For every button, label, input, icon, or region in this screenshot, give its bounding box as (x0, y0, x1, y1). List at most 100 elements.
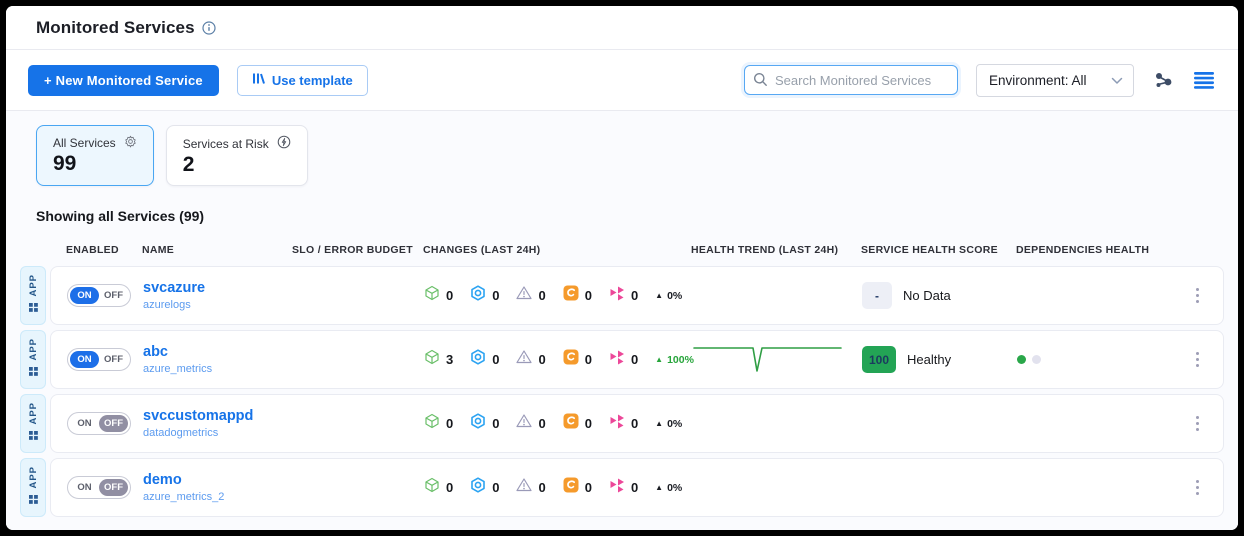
orange-app-icon (563, 477, 579, 498)
changes-cell: 0 0 0 0 0 ▲0% (424, 285, 692, 306)
service-integration: azurelogs (143, 299, 293, 311)
col-slo: SLO / ERROR BUDGET (292, 244, 423, 256)
warning-triangle-icon (516, 349, 532, 370)
gear-icon (124, 135, 137, 151)
dependency-unknown-dot (1032, 355, 1041, 364)
row-menu-kebab-icon[interactable] (1192, 348, 1204, 372)
change-count: 0 (631, 352, 638, 367)
trend-up-icon: ▲ (655, 419, 663, 428)
service-type-label: APP (28, 402, 39, 425)
row-menu-kebab-icon[interactable] (1192, 412, 1204, 436)
dependency-healthy-dot (1017, 355, 1026, 364)
app-grid-icon (29, 363, 38, 381)
service-name-link[interactable]: svccustomappd (143, 408, 293, 425)
enabled-toggle[interactable]: ON OFF (67, 348, 131, 371)
change-count: 3 (446, 352, 453, 367)
graph-view-icon[interactable] (1152, 69, 1176, 91)
app-grid-icon (29, 299, 38, 317)
table-row: APP ON OFF svccustomappd datadogmetrics … (20, 394, 1224, 453)
change-trend: ▲0% (655, 418, 682, 430)
service-type-tab: APP (20, 458, 46, 517)
change-count: 0 (446, 416, 453, 431)
showing-label: Showing all Services (99) (6, 186, 1238, 238)
change-trend: ▲ 100% (655, 354, 694, 366)
table-row: APP ON OFF demo azure_metrics_2 0 0 0 0 (20, 458, 1224, 517)
table-row: APP ON OFF svcazure azurelogs 0 0 0 0 (20, 266, 1224, 325)
app-grid-icon (29, 427, 38, 445)
change-count: 0 (538, 416, 545, 431)
cube-icon (424, 285, 440, 306)
pink-app-icon (609, 349, 625, 370)
col-deps-health: DEPENDENCIES HEALTH (1016, 244, 1186, 256)
use-template-button[interactable]: Use template (237, 65, 368, 96)
hexagon-ring-icon (470, 413, 486, 434)
row-menu-kebab-icon[interactable] (1192, 476, 1204, 500)
pink-app-icon (609, 285, 625, 306)
change-count: 0 (492, 288, 499, 303)
services-at-risk-card[interactable]: Services at Risk 2 (166, 125, 308, 186)
warning-triangle-icon (516, 413, 532, 434)
service-name-link[interactable]: svcazure (143, 280, 293, 297)
chevron-down-icon (1111, 73, 1123, 88)
service-integration: azure_metrics (143, 363, 293, 375)
health-trend-cell (692, 336, 862, 383)
toggle-off-label: OFF (99, 287, 128, 304)
hexagon-ring-icon (470, 477, 486, 498)
change-count: 0 (538, 288, 545, 303)
info-icon[interactable] (202, 21, 216, 35)
toggle-off-label: OFF (99, 415, 128, 432)
all-services-label: All Services (53, 136, 116, 150)
table-row: APP ON OFF abc azure_metrics 3 0 0 0 (20, 330, 1224, 389)
change-count: 0 (446, 288, 453, 303)
toggle-off-label: OFF (99, 351, 128, 368)
search-input[interactable] (744, 65, 958, 95)
health-score-cell: - No Data (862, 282, 1017, 309)
service-type-tab: APP (20, 394, 46, 453)
lightning-circle-icon (277, 135, 291, 152)
service-type-label: APP (28, 338, 39, 361)
changes-cell: 0 0 0 0 0 ▲0% (424, 413, 692, 434)
service-name-link[interactable]: demo (143, 472, 293, 489)
monitored-services-page: Monitored Services + New Monitored Servi… (6, 6, 1238, 530)
search-box (744, 65, 958, 95)
template-library-icon (252, 72, 265, 88)
change-count: 0 (538, 352, 545, 367)
all-services-card[interactable]: All Services 99 (36, 125, 154, 186)
environment-filter-value: Environment: All (989, 73, 1087, 88)
new-monitored-service-button[interactable]: + New Monitored Service (28, 65, 219, 96)
toggle-on-label: ON (70, 415, 99, 432)
enabled-toggle[interactable]: ON OFF (67, 284, 131, 307)
col-name: NAME (142, 244, 292, 256)
enabled-toggle[interactable]: ON OFF (67, 476, 131, 499)
service-type-label: APP (28, 466, 39, 489)
search-icon (753, 72, 768, 92)
services-at-risk-count: 2 (183, 153, 291, 177)
warning-triangle-icon (516, 285, 532, 306)
toolbar: + New Monitored Service Use template Env… (6, 50, 1238, 111)
hexagon-ring-icon (470, 349, 486, 370)
services-at-risk-label: Services at Risk (183, 137, 269, 151)
trend-value: 100% (667, 354, 694, 366)
pink-app-icon (609, 477, 625, 498)
page-title: Monitored Services (36, 18, 195, 38)
trend-up-icon: ▲ (655, 355, 663, 364)
health-score-cell: 100 Healthy (862, 346, 1017, 373)
row-menu-kebab-icon[interactable] (1192, 284, 1204, 308)
change-count: 0 (492, 480, 499, 495)
list-view-icon[interactable] (1192, 70, 1216, 91)
service-row-card: ON OFF svcazure azurelogs 0 0 0 0 0 ▲0% (50, 266, 1224, 325)
changes-cell: 3 0 0 0 0 ▲100% (424, 349, 692, 370)
toolbar-right: Environment: All (744, 64, 1216, 97)
environment-filter-select[interactable]: Environment: All (976, 64, 1134, 97)
change-count: 0 (585, 416, 592, 431)
health-score-label: No Data (903, 288, 951, 303)
change-count: 0 (446, 480, 453, 495)
cube-icon (424, 477, 440, 498)
service-name-link[interactable]: abc (143, 344, 293, 361)
col-changes: CHANGES (LAST 24H) (423, 244, 691, 256)
service-row-card: ON OFF abc azure_metrics 3 0 0 0 0 ▲100% (50, 330, 1224, 389)
enabled-toggle[interactable]: ON OFF (67, 412, 131, 435)
toggle-on-label: ON (70, 287, 99, 304)
trend-value: 0% (667, 482, 682, 494)
change-count: 0 (631, 416, 638, 431)
